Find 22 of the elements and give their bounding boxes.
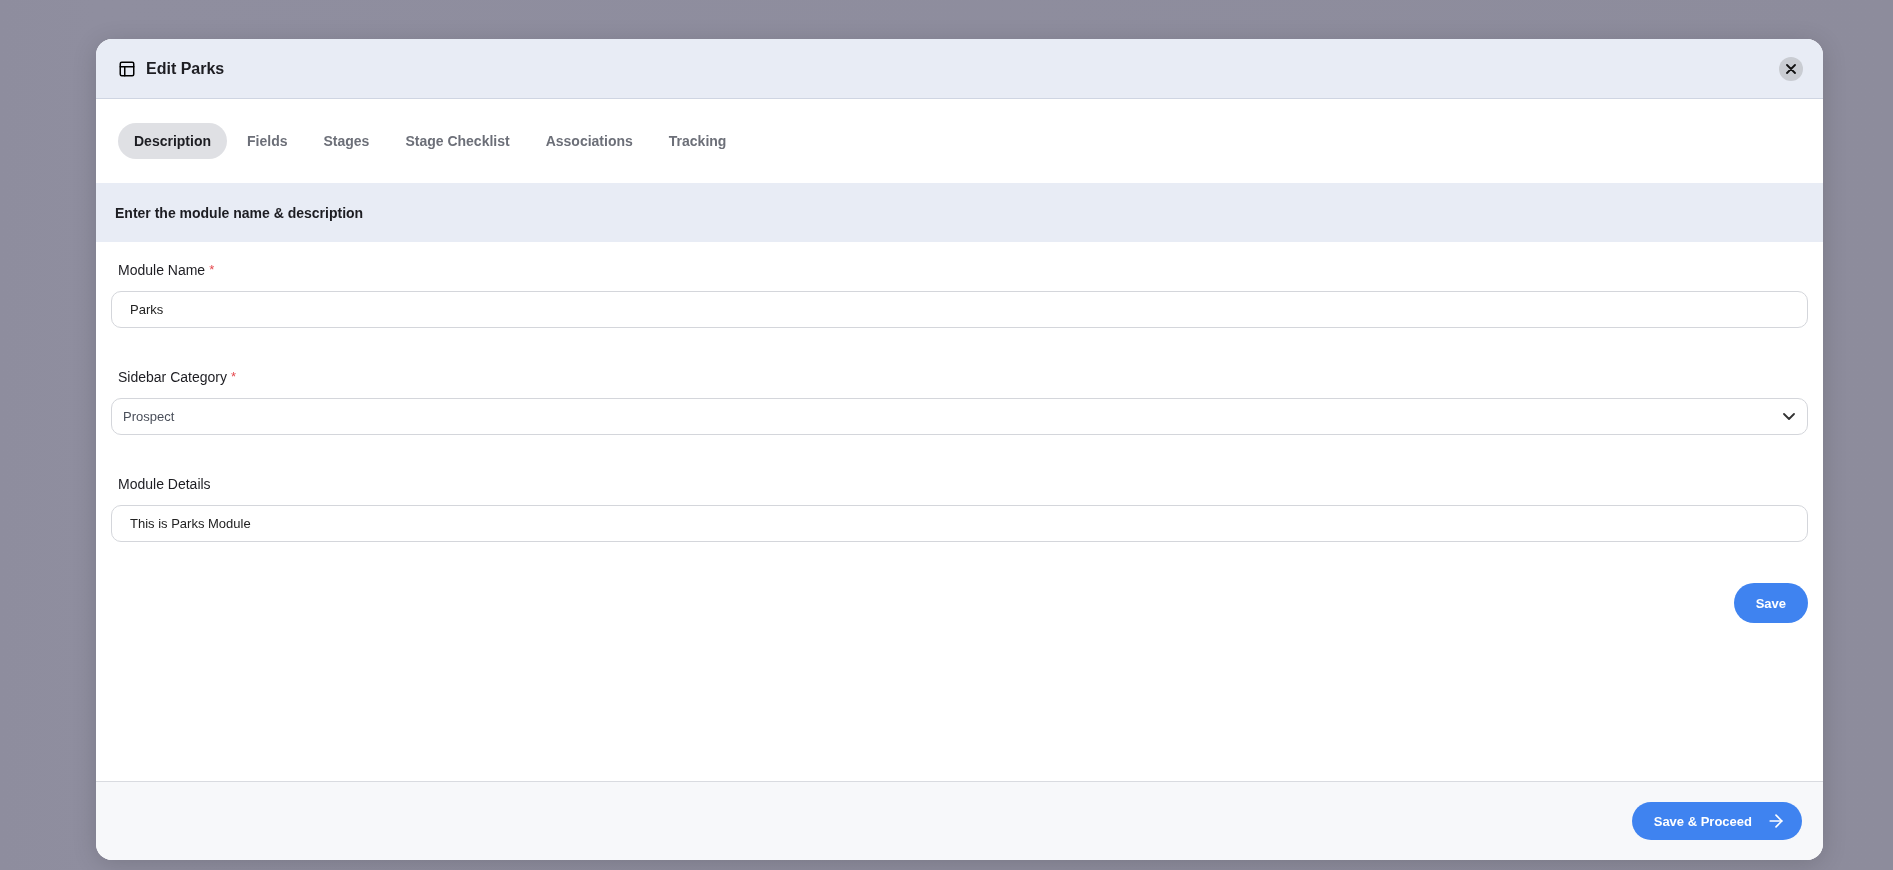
chevron-down-icon [1783,413,1795,420]
dialog-title: Edit Parks [146,59,226,78]
section-title: Enter the module name & description [115,204,364,221]
tab[interactable]: Description [118,123,227,159]
field-label: Module Details [118,476,211,492]
field-label: Module Name [118,262,206,278]
close-icon [1786,63,1796,74]
select-field[interactable]: Prospect [111,398,1808,435]
required-mark: * [209,262,215,278]
input-field[interactable]: This is Parks Module [111,505,1808,542]
field-label: Sidebar Category [118,369,227,385]
tab[interactable]: Stages [307,123,386,159]
save-button[interactable]: Save [1733,583,1808,623]
tab[interactable]: Stage Checklist [389,123,526,159]
layout-icon [118,59,136,78]
input-field[interactable]: Parks [111,291,1808,328]
close-button[interactable] [1779,56,1803,81]
required-mark: * [230,369,236,385]
tab[interactable]: Associations [529,123,649,159]
save-and-proceed-button[interactable]: Save & Proceed [1631,802,1802,840]
tab[interactable]: Fields [231,123,304,159]
tab[interactable]: Tracking [652,123,743,159]
